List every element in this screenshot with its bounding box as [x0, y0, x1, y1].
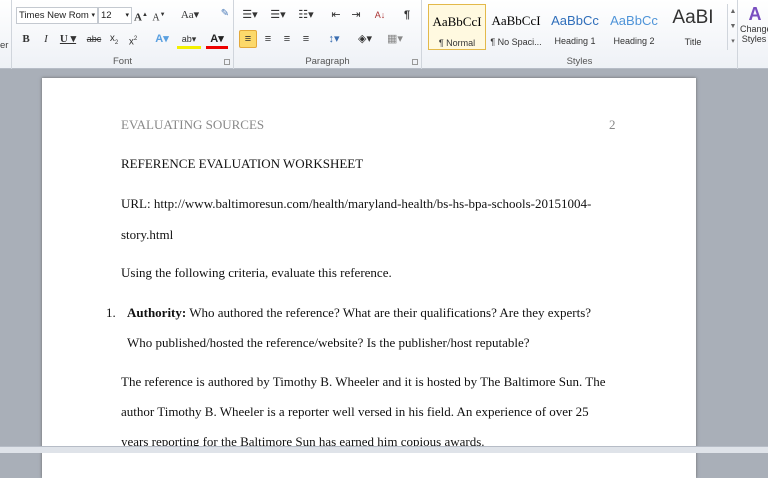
- bold-icon[interactable]: B: [20, 31, 32, 49]
- decrease-indent-icon[interactable]: ⇤: [328, 7, 344, 25]
- authority-question: Who authored the reference? What are the…: [186, 305, 592, 320]
- change-styles-button[interactable]: A Change Styles: [740, 4, 768, 44]
- style-heading-1[interactable]: AaBbCc Heading 1: [546, 4, 604, 50]
- style-sample: AaBbCcI: [432, 14, 482, 29]
- page-number: 2: [609, 117, 616, 132]
- style-heading-2[interactable]: AaBbCc Heading 2: [605, 4, 663, 50]
- font-dialog-launcher[interactable]: [224, 59, 230, 65]
- format-painter-label[interactable]: er: [0, 40, 8, 51]
- numbering-icon[interactable]: ☰▾: [267, 7, 289, 25]
- style-title[interactable]: AaBI Title: [664, 4, 722, 50]
- underline-icon[interactable]: U ▾: [58, 31, 78, 49]
- header-title: EVALUATING SOURCES: [121, 117, 265, 132]
- italic-icon[interactable]: I: [40, 31, 52, 49]
- paragraph-dialog-launcher[interactable]: [412, 59, 418, 65]
- style-label: ¶ No Spaci...: [490, 37, 542, 47]
- font-name-select[interactable]: Times New Rom ▾: [16, 7, 98, 24]
- style-sample: AaBbCcI: [491, 13, 541, 28]
- paragraph-group: ☰▾ ☰▾ ☷▾ ⇤ ⇥ A↓ ¶ ≡ ≡ ≡ ≡ ↕▾ ◈▾ ▦▾ Parag…: [234, 0, 422, 69]
- font-group: Times New Rom ▾ 12 ▾ A▲ A▼ Aa▾ ✎ B I U ▾ a…: [12, 0, 234, 69]
- show-formatting-icon[interactable]: ¶: [400, 7, 414, 25]
- bullets-icon[interactable]: ☰▾: [239, 7, 261, 25]
- align-right-icon[interactable]: ≡: [279, 31, 295, 49]
- grow-font-icon[interactable]: A▲: [134, 7, 148, 25]
- font-color-icon[interactable]: A▾: [206, 31, 228, 49]
- style-no-spaci[interactable]: AaBbCcI ¶ No Spaci...: [487, 4, 545, 50]
- justify-icon[interactable]: ≡: [298, 31, 314, 49]
- paragraph-group-label: Paragraph: [305, 56, 350, 67]
- authority-label: Authority:: [127, 305, 187, 320]
- align-left-icon[interactable]: ≡: [239, 30, 257, 48]
- style-label: Title: [684, 37, 702, 47]
- ribbon: er Times New Rom ▾ 12 ▾ A▲ A▼ Aa▾ ✎ B I U …: [0, 0, 768, 69]
- style-sample: AaBbCc: [551, 13, 599, 28]
- font-name-value: Times New Rom: [19, 10, 89, 21]
- document-area-background: [747, 69, 768, 446]
- highlight-icon[interactable]: ab▾: [177, 31, 201, 49]
- styles-gallery-scroll[interactable]: ▲ ▼ ▾: [727, 4, 738, 50]
- align-center-icon[interactable]: ≡: [260, 31, 276, 49]
- subscript-icon[interactable]: x2: [107, 31, 121, 49]
- font-group-label: Font: [112, 56, 132, 67]
- clear-formatting-icon[interactable]: ✎: [217, 6, 233, 24]
- sort-icon[interactable]: A↓: [372, 7, 388, 25]
- style-sample: AaBbCc: [610, 13, 658, 28]
- change-styles-icon: A: [748, 4, 762, 24]
- shrink-font-icon[interactable]: A▼: [152, 7, 166, 25]
- answer-line-1: The reference is authored by Timothy B. …: [121, 374, 606, 389]
- increase-indent-icon[interactable]: ⇥: [348, 7, 364, 25]
- text-effects-icon[interactable]: A▾: [152, 31, 172, 49]
- document-page[interactable]: EVALUATING SOURCES 2 REFERENCE EVALUATIO…: [42, 78, 696, 478]
- superscript-icon[interactable]: x2: [126, 31, 140, 49]
- status-bar: [0, 446, 768, 453]
- url-line-cont: story.html: [121, 227, 174, 242]
- instruction-text: Using the following criteria, evaluate t…: [121, 265, 392, 280]
- style-label: Heading 2: [613, 36, 655, 46]
- worksheet-title: REFERENCE EVALUATION WORKSHEET: [121, 156, 364, 171]
- font-size-value: 12: [101, 10, 112, 21]
- font-size-select[interactable]: 12 ▾: [98, 7, 132, 24]
- style-sample: AaBI: [672, 7, 714, 28]
- line-spacing-icon[interactable]: ↕▾: [323, 31, 345, 49]
- answer-line-2: author Timothy B. Wheeler is a reporter …: [121, 404, 589, 419]
- style-label: Heading 1: [554, 36, 596, 46]
- change-styles-label: Change Styles: [740, 24, 768, 44]
- borders-icon[interactable]: ▦▾: [384, 31, 406, 49]
- url-line: URL: http://www.baltimoresun.com/health/…: [121, 196, 592, 211]
- authority-question-cont: Who published/hosted the reference/websi…: [127, 335, 530, 350]
- styles-group-label: Styles: [566, 56, 593, 67]
- list-item-1: 1. Authority: Who authored the reference…: [106, 305, 591, 321]
- clipboard-group: er: [0, 0, 12, 69]
- styles-group: AaBbCcI ¶ Normal AaBbCcI ¶ No Spaci... AaBbC…: [422, 0, 738, 69]
- list-number: 1.: [106, 305, 116, 320]
- style-normal[interactable]: AaBbCcI ¶ Normal: [428, 4, 486, 50]
- style-label: ¶ Normal: [438, 38, 476, 48]
- strikethrough-icon[interactable]: abc: [86, 31, 102, 49]
- multilevel-list-icon[interactable]: ☷▾: [295, 7, 317, 25]
- shading-icon[interactable]: ◈▾: [354, 31, 376, 49]
- change-case-icon[interactable]: Aa▾: [178, 7, 202, 25]
